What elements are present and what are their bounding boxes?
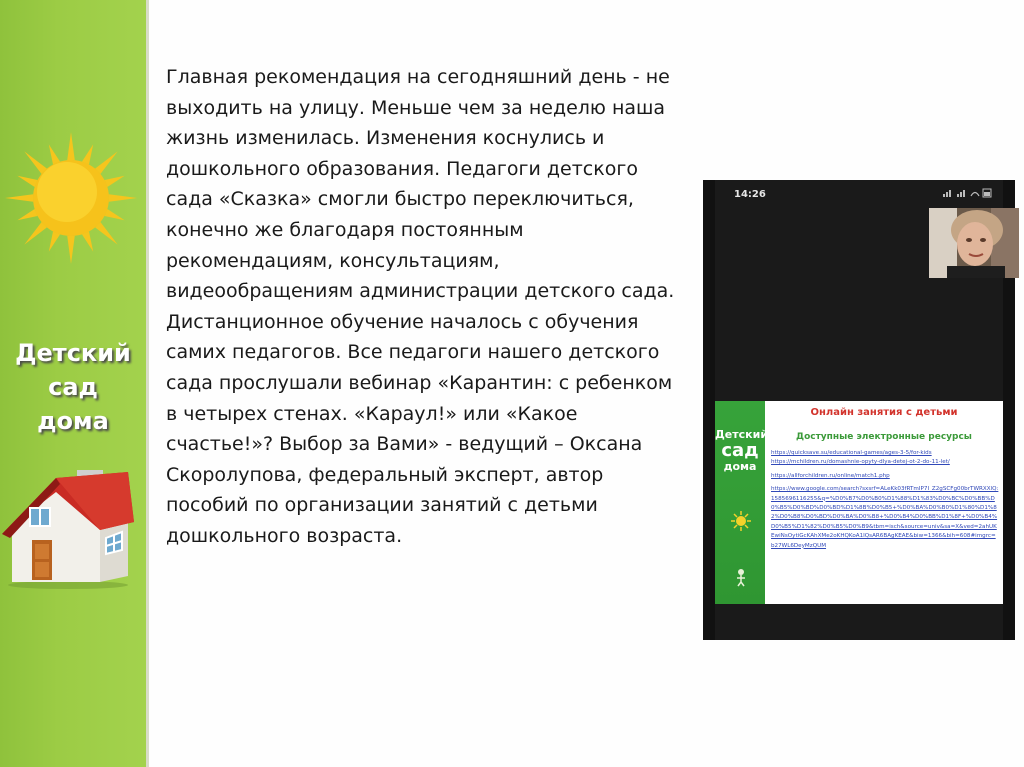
resource-link[interactable]: https://www.google.com/search?sxsrf=ALeK… bbox=[771, 485, 999, 551]
resource-link[interactable]: https://quicksave.su/educational-games/a… bbox=[771, 449, 999, 458]
phone-screenshot: 14:26 Детский сад дома Онлайн занятия с … bbox=[703, 180, 1019, 640]
resource-card: Детский сад дома Онлайн занятия с детьми… bbox=[715, 401, 1003, 604]
figure-icon bbox=[737, 569, 745, 587]
sun-icon bbox=[5, 132, 137, 264]
card-title: Онлайн занятия с детьми bbox=[810, 407, 958, 418]
sidebar-title-line: сад bbox=[48, 373, 98, 401]
resource-links: https://quicksave.su/educational-games/a… bbox=[771, 449, 999, 551]
resource-link[interactable]: https://allforchildren.ru/online/match1.… bbox=[771, 472, 999, 481]
sidebar-title-line: Детский bbox=[15, 339, 131, 367]
video-thumbnail bbox=[929, 208, 1019, 278]
sidebar-title-line: дома bbox=[37, 407, 109, 435]
sidebar: Детский сад дома bbox=[0, 0, 146, 767]
house-icon bbox=[2, 470, 134, 589]
card-subtitle: Доступные электронные ресурсы bbox=[796, 432, 972, 442]
card-logo-line: сад bbox=[721, 440, 759, 461]
card-logo-strip: Детский сад дома bbox=[715, 401, 768, 604]
status-time: 14:26 bbox=[734, 189, 766, 200]
signal-battery-icon bbox=[943, 188, 992, 198]
sidebar-title: Детский сад дома bbox=[8, 336, 138, 438]
card-logo-line: дома bbox=[723, 460, 757, 473]
small-sun-icon bbox=[731, 511, 751, 531]
card-logo: Детский сад дома bbox=[715, 429, 768, 473]
resource-link[interactable]: https://mchildren.ru/domashnie-opyty-dly… bbox=[771, 458, 999, 467]
body-text: Главная рекомендация на сегодняшний день… bbox=[166, 66, 675, 547]
sidebar-divider bbox=[146, 0, 149, 767]
